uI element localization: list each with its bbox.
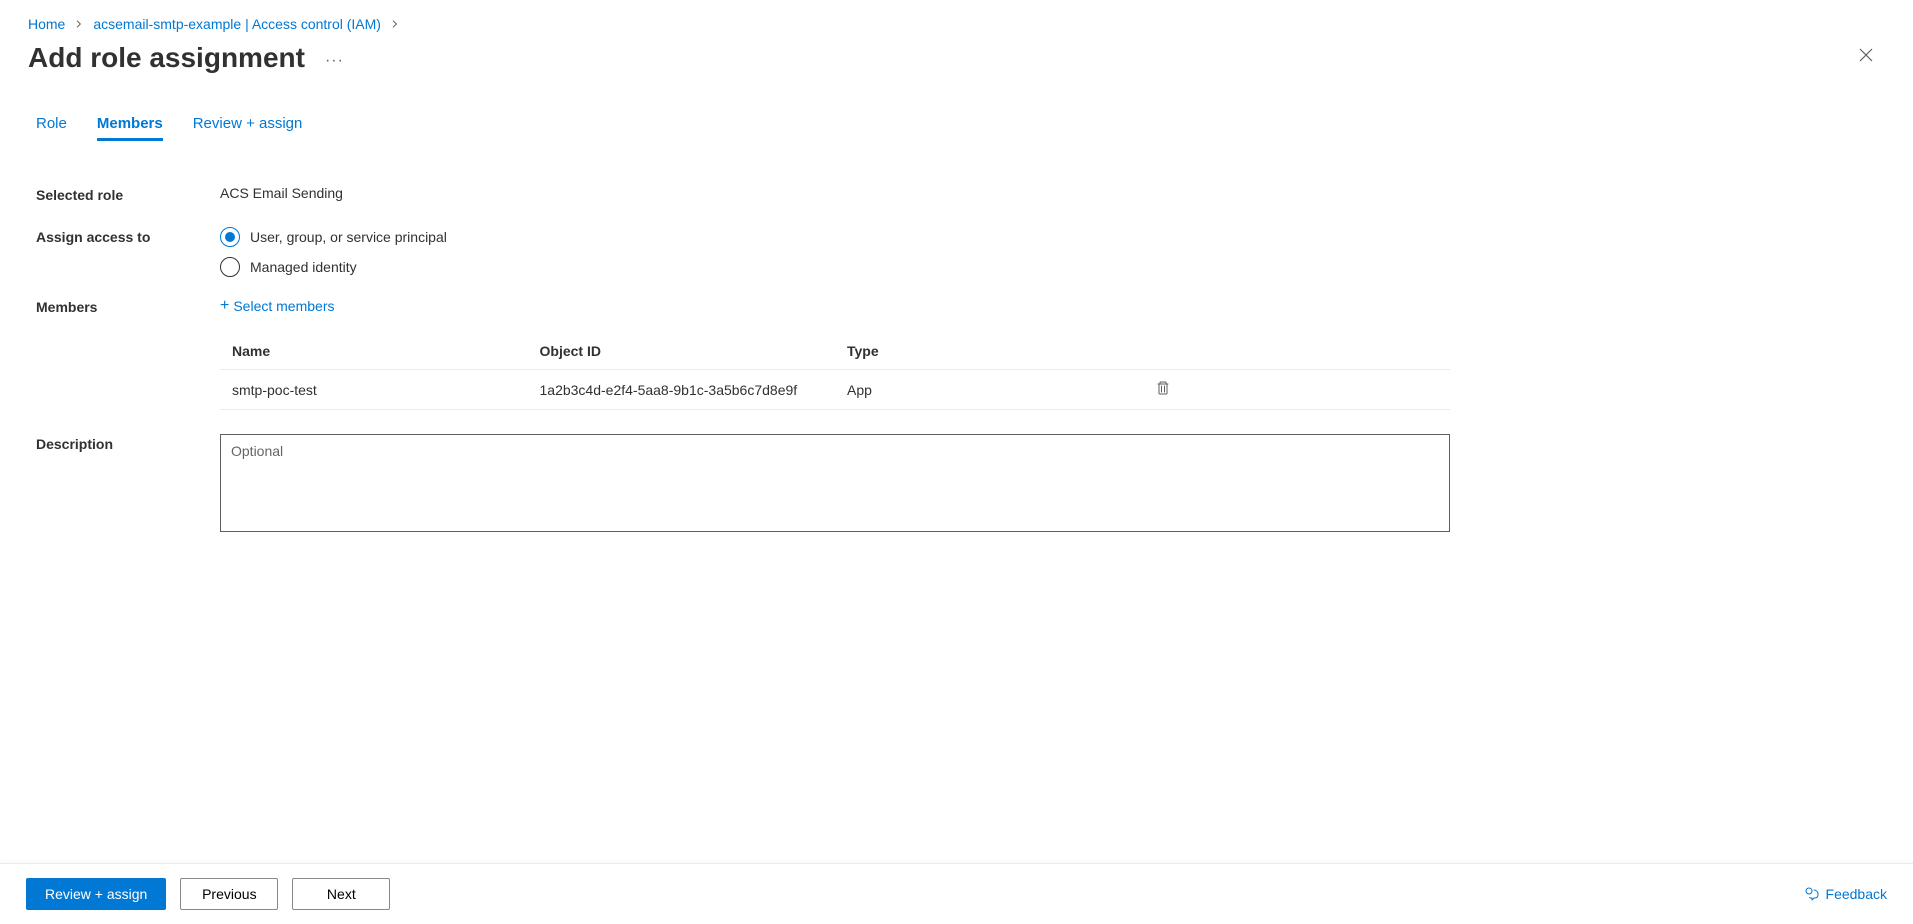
members-th-name: Name [220, 333, 528, 370]
radio-icon [220, 257, 240, 277]
radio-managed-identity[interactable]: Managed identity [220, 257, 1885, 277]
trash-icon [1155, 380, 1171, 396]
tab-review-assign[interactable]: Review + assign [193, 115, 303, 141]
selected-role-value: ACS Email Sending [220, 185, 1885, 201]
member-objid: 1a2b3c4d-e2f4-5aa8-9b1c-3a5b6c7d8e9f [528, 370, 836, 410]
radio-icon [220, 227, 240, 247]
footer: Review + assign Previous Next Feedback [0, 863, 1913, 924]
member-type: App [835, 370, 1143, 410]
more-icon[interactable]: ··· [325, 46, 344, 70]
page-title: Add role assignment [28, 42, 305, 74]
feedback-link[interactable]: Feedback [1804, 886, 1887, 902]
feedback-label: Feedback [1826, 886, 1887, 902]
delete-member-button[interactable] [1155, 380, 1171, 399]
members-table: Name Object ID Type smtp-poc-test 1a2b3c… [220, 333, 1450, 410]
members-th-type: Type [835, 333, 1143, 370]
next-button[interactable]: Next [292, 878, 390, 910]
chevron-right-icon [391, 17, 399, 31]
selected-role-label: Selected role [36, 187, 220, 203]
select-members-link[interactable]: + Select members [220, 297, 335, 315]
select-members-label: Select members [233, 298, 334, 314]
plus-icon: + [220, 297, 229, 315]
radio-label: Managed identity [250, 259, 357, 275]
member-name: smtp-poc-test [220, 370, 528, 410]
tab-members[interactable]: Members [97, 115, 163, 141]
members-th-objid: Object ID [528, 333, 836, 370]
close-button[interactable] [1851, 40, 1881, 75]
review-assign-button[interactable]: Review + assign [26, 878, 166, 910]
radio-user-group-sp[interactable]: User, group, or service principal [220, 227, 1885, 247]
chevron-right-icon [75, 17, 83, 31]
description-label: Description [36, 436, 220, 452]
tab-role[interactable]: Role [36, 115, 67, 141]
tabs: Role Members Review + assign [36, 115, 1885, 141]
members-th-action [1143, 333, 1451, 370]
close-icon [1859, 48, 1873, 62]
table-row: smtp-poc-test 1a2b3c4d-e2f4-5aa8-9b1c-3a… [220, 370, 1450, 410]
previous-button[interactable]: Previous [180, 878, 278, 910]
breadcrumb-home[interactable]: Home [28, 16, 65, 32]
feedback-icon [1804, 886, 1820, 902]
assign-access-radio-group: User, group, or service principal Manage… [220, 227, 1885, 277]
assign-access-label: Assign access to [36, 229, 220, 245]
breadcrumb-resource-iam[interactable]: acsemail-smtp-example | Access control (… [93, 16, 381, 32]
radio-label: User, group, or service principal [250, 229, 447, 245]
members-label: Members [36, 299, 220, 315]
breadcrumb: Home acsemail-smtp-example | Access cont… [28, 8, 1893, 36]
description-input[interactable] [220, 434, 1450, 532]
